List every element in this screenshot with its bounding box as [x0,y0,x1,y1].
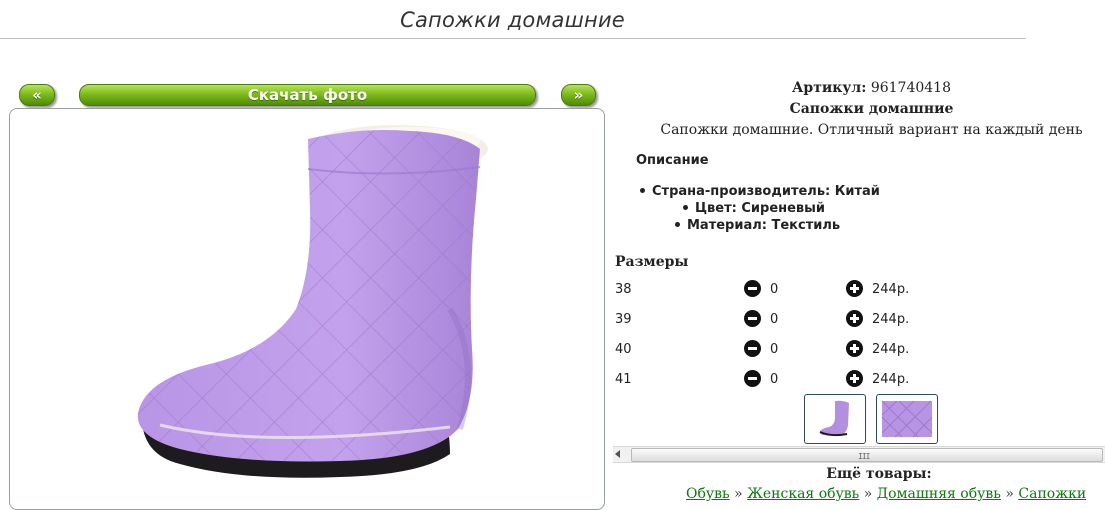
size-label: 41 [615,372,632,387]
bullet-icon [683,205,688,210]
scroll-left-icon[interactable] [615,450,620,458]
sizes-heading: Размеры [615,254,689,270]
size-label: 39 [615,312,632,327]
scrollbar-grip: III [858,452,870,461]
title-divider [0,38,1026,39]
size-row: 41 0 244р. [613,370,1013,390]
thumbnail-fabric[interactable] [876,394,938,444]
decrease-icon[interactable] [744,280,761,297]
spec-item-material: Материал: Текстиль [675,218,840,233]
horizontal-scrollbar[interactable]: III [613,446,1105,463]
page-title: Сапожки домашние [400,8,625,32]
decrease-icon[interactable] [744,310,761,327]
size-price: 244р. [872,312,910,327]
prev-photo-button[interactable]: « [19,84,55,106]
size-quantity: 0 [770,282,779,297]
next-photo-button[interactable]: » [561,84,596,106]
product-photo [9,108,605,510]
scrollbar-thumb[interactable]: III [631,448,1103,462]
breadcrumb: Обувь » Женская обувь » Домашняя обувь »… [686,486,1086,502]
breadcrumb-link[interactable]: Сапожки [1018,486,1086,502]
download-photo-button[interactable]: Скачать фото [79,84,536,106]
size-quantity: 0 [770,312,779,327]
breadcrumb-separator: » [1005,486,1014,502]
size-quantity: 0 [770,342,779,357]
boot-image [137,125,488,478]
size-row: 39 0 244р. [613,310,1013,330]
fabric-thumbnail-icon [881,400,933,438]
size-label: 38 [615,282,632,297]
breadcrumb-link[interactable]: Обувь [686,486,730,502]
spec-text: Страна-производитель: Китай [652,184,880,199]
article-value: 961740418 [870,80,951,96]
product-description: Сапожки домашние. Отличный вариант на ка… [660,122,1083,138]
bullet-icon [675,222,680,227]
breadcrumb-separator: » [734,486,743,502]
description-heading: Описание [636,153,709,168]
spec-item-color: Цвет: Сиреневый [683,201,825,216]
increase-icon[interactable] [846,310,863,327]
article-line: Артикул: 961740418 [613,80,1105,96]
breadcrumb-link[interactable]: Домашняя обувь [877,486,1001,502]
increase-icon[interactable] [846,280,863,297]
size-price: 244р. [872,282,910,297]
decrease-icon[interactable] [744,370,761,387]
increase-icon[interactable] [846,370,863,387]
size-label: 40 [615,342,632,357]
breadcrumb-separator: » [863,486,873,502]
size-price: 244р. [872,372,910,387]
breadcrumb-link[interactable]: Женская обувь [747,486,859,502]
more-products-heading: Ещё товары: [826,466,932,482]
article-label: Артикул: [792,80,867,96]
spec-item-country: Страна-производитель: Китай [640,184,880,199]
product-name: Сапожки домашние [789,101,954,117]
boot-thumbnail-icon [819,400,849,437]
size-price: 244р. [872,342,910,357]
increase-icon[interactable] [846,340,863,357]
bullet-icon [640,188,645,193]
spec-text: Материал: Текстиль [687,218,841,233]
size-quantity: 0 [770,372,779,387]
spec-text: Цвет: Сиреневый [695,201,826,216]
decrease-icon[interactable] [744,340,761,357]
thumbnail-boot[interactable] [804,394,866,444]
size-row: 40 0 244р. [613,340,1013,360]
size-row: 38 0 244р. [613,280,1013,300]
